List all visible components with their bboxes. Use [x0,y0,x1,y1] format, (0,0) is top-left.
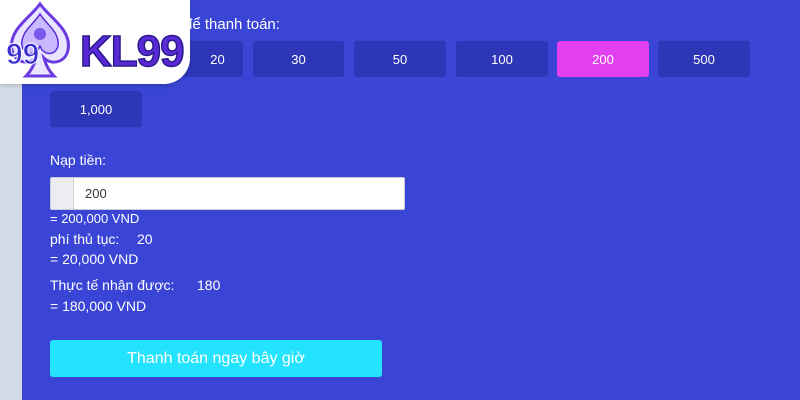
deposit-input-wrapper [50,177,405,210]
logo-brand-text: KL99 [79,27,185,76]
kl99-logo: 99 KL99 [0,0,190,84]
pay-now-button-label: Thanh toán ngay bây giờ [127,349,305,367]
amount-option-label: 20 [210,51,225,67]
deposit-converted-text: = 200,000 VND [50,211,140,226]
amount-option-100[interactable]: 100 [456,41,548,77]
payment-section-title: để thanh toán: [184,16,280,33]
amount-option-label: 30 [291,51,306,67]
input-prefix-box [51,178,74,209]
fee-label: phí thủ tục: [50,231,120,247]
amount-option-label: 1,000 [79,101,113,117]
logo-badge-text: 99 [5,38,40,71]
amount-option-30[interactable]: 30 [253,41,344,77]
amount-option-50[interactable]: 50 [354,41,446,77]
received-converted-text: = 180,000 VND [50,298,147,314]
received-value: 180 [197,277,221,293]
deposit-label: Nạp tiền: [50,152,107,168]
amount-option-label: 500 [693,51,715,67]
deposit-amount-input[interactable] [75,178,404,209]
pay-now-button[interactable]: Thanh toán ngay bây giờ [50,340,382,377]
fee-converted-text: = 20,000 VND [50,251,139,267]
amount-option-label: 200 [592,51,614,67]
fee-value: 20 [137,231,153,247]
amount-option-1000[interactable]: 1,000 [50,91,142,127]
amount-option-500[interactable]: 500 [658,41,750,77]
amount-option-label: 50 [392,51,408,67]
received-label: Thực tế nhận được: [50,277,175,293]
amount-option-label: 100 [491,51,513,67]
amount-option-200-selected[interactable]: 200 [557,41,649,77]
